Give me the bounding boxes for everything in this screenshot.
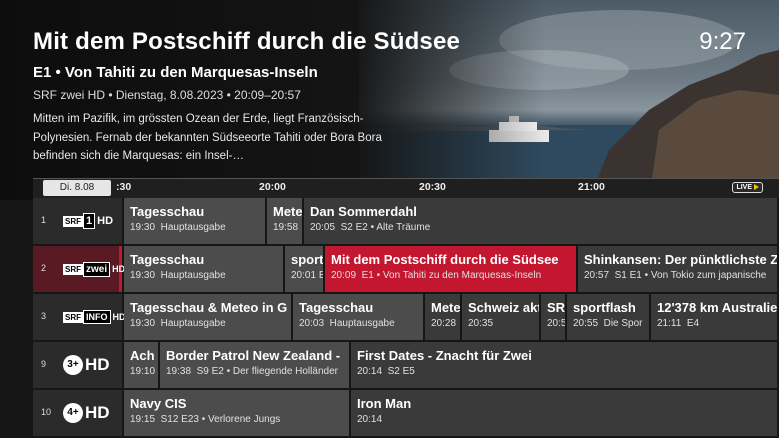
program-cell[interactable]: Mete 19:58 bbox=[267, 198, 304, 244]
channel-row: 9 3+ HD Ach 19:10 Border Patrol New Zeal… bbox=[33, 342, 779, 388]
episode-title: E1 • Von Tahiti zu den Marquesas-Inseln bbox=[33, 64, 318, 81]
program-cell[interactable]: Shinkansen: Der pünktlichste Z 20:57 S1 … bbox=[578, 246, 779, 292]
program-cell[interactable]: Tagesschau 19:30 Hauptausgabe bbox=[124, 246, 285, 292]
program-meta: SRF zwei HD • Dienstag, 8.08.2023 • 20:0… bbox=[33, 88, 301, 102]
channel-logo: 4+ HD bbox=[63, 402, 110, 424]
program-cell[interactable]: Mete 20:28 bbox=[425, 294, 462, 340]
channel-header[interactable]: 9 3+ HD bbox=[33, 342, 122, 388]
program-cell[interactable]: First Dates - Znacht für Zwei 20:14 S2 E… bbox=[351, 342, 779, 388]
program-cell[interactable]: Ach 19:10 bbox=[124, 342, 160, 388]
channel-number: 10 bbox=[41, 407, 52, 417]
channel-header[interactable]: 1 SRF 1 HD bbox=[33, 198, 122, 244]
channel-logo: 3+ HD bbox=[63, 354, 110, 376]
program-cell[interactable]: sport 20:01 E bbox=[285, 246, 325, 292]
program-cell[interactable]: Navy CIS 19:15 S12 E23 • Verlorene Jungs bbox=[124, 390, 351, 436]
channel-logo: SRF INFO HD bbox=[63, 310, 126, 324]
program-cell[interactable]: 12'378 km Australie 21:11 E4 bbox=[651, 294, 779, 340]
channel-number: 1 bbox=[41, 215, 47, 225]
date-selector[interactable]: Di. 8.08 bbox=[43, 180, 111, 196]
program-cell[interactable]: SRF 20:5 bbox=[541, 294, 567, 340]
timeline-tick: 21:00 bbox=[578, 181, 605, 193]
timeline-tick: 20:30 bbox=[419, 181, 446, 193]
timeline-bar: Di. 8.08 :30 20:00 20:30 21:00 LIVE bbox=[33, 178, 779, 198]
timeline-tick: :30 bbox=[116, 181, 132, 193]
selected-program-cell[interactable]: Mit dem Postschiff durch die Südsee 20:0… bbox=[325, 246, 578, 292]
program-cell[interactable]: Tagesschau 19:30 Hauptausgabe bbox=[124, 198, 267, 244]
clock: 9:27 bbox=[699, 28, 746, 55]
program-title: Mit dem Postschiff durch die Südsee bbox=[33, 28, 461, 55]
channel-row: 2 SRF zwei HD Tagesschau 19:30 Hauptausg… bbox=[33, 246, 779, 292]
channel-logo: SRF zwei HD bbox=[63, 261, 126, 277]
program-cell[interactable]: sportflash 20:55 Die Spor bbox=[567, 294, 651, 340]
program-cell[interactable]: Border Patrol New Zealand - 19:38 S9 E2 … bbox=[160, 342, 351, 388]
program-cell[interactable]: Schweiz akt 20:35 bbox=[462, 294, 541, 340]
channel-row: 1 SRF 1 HD Tagesschau 19:30 Hauptausgabe… bbox=[33, 198, 779, 244]
program-cell[interactable]: Tagesschau & Meteo in G 19:30 Hauptausga… bbox=[124, 294, 293, 340]
program-description: Mitten im Pazifik, im grössten Ozean der… bbox=[33, 113, 382, 162]
channel-row: 10 4+ HD Navy CIS 19:15 S12 E23 • Verlor… bbox=[33, 390, 779, 436]
channel-number: 9 bbox=[41, 359, 47, 369]
program-cell[interactable]: Dan Sommerdahl 20:05 S2 E2 • Alte Träume bbox=[304, 198, 779, 244]
channel-logo: SRF 1 HD bbox=[63, 213, 114, 229]
channel-header[interactable]: 3 SRF INFO HD bbox=[33, 294, 126, 340]
timeline-tick: 20:00 bbox=[259, 181, 286, 193]
channel-row: 3 SRF INFO HD Tagesschau & Meteo in G 19… bbox=[33, 294, 779, 340]
program-cell[interactable]: Tagesschau 20:03 Hauptausgabe bbox=[293, 294, 425, 340]
channel-number: 2 bbox=[41, 263, 47, 273]
channel-header[interactable]: 2 SRF zwei HD bbox=[33, 246, 126, 292]
channel-header[interactable]: 10 4+ HD bbox=[33, 390, 122, 436]
channel-number: 3 bbox=[41, 311, 47, 321]
program-cell[interactable]: Iron Man 20:14 bbox=[351, 390, 779, 436]
live-button[interactable]: LIVE bbox=[732, 182, 763, 193]
epg-grid: 1 SRF 1 HD Tagesschau 19:30 Hauptausgabe… bbox=[33, 198, 779, 438]
